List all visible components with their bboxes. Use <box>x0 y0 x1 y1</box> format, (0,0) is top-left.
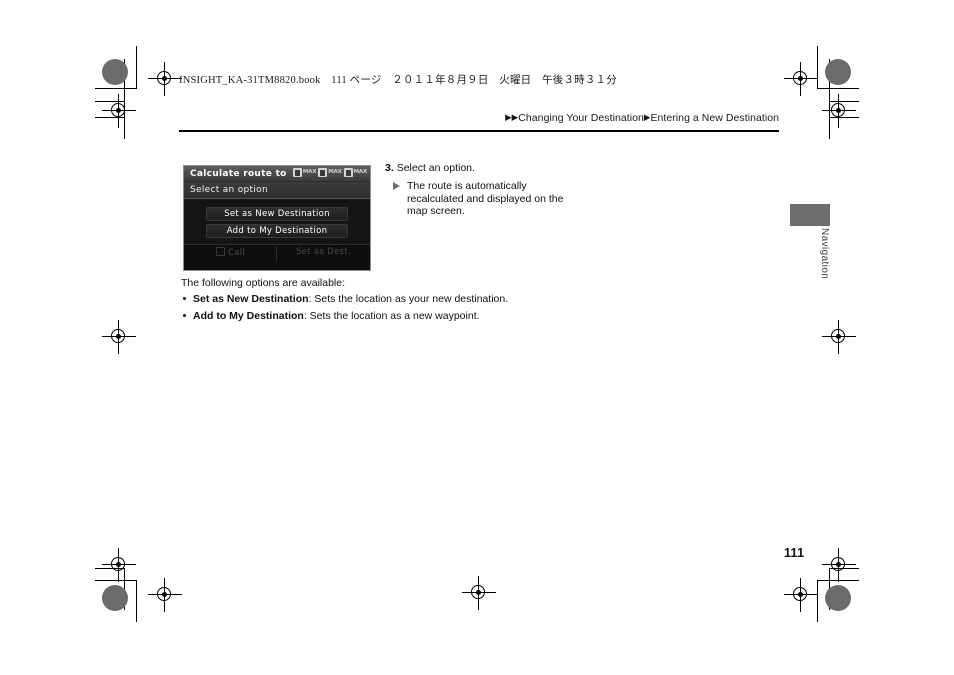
registration-mark <box>822 548 856 582</box>
breadcrumb-double-arrow-icon: ▶▶ <box>505 112 519 122</box>
crop-mark-line <box>817 88 859 90</box>
phone-icon <box>215 246 225 256</box>
status-label-1: MAX <box>302 169 317 175</box>
bullet-icon <box>183 297 187 301</box>
status-indicator-3: MAX <box>343 168 368 177</box>
registration-dot <box>825 585 851 611</box>
step-note: The route is automatically recalculated … <box>393 180 585 218</box>
registration-mark <box>148 578 182 612</box>
book-file-header: INSIGHT_KA-31TM8820.book 111 ページ ２０１１年８月… <box>179 75 617 86</box>
nav-footer-set-dest-button[interactable]: Set as Dest. <box>277 247 370 257</box>
nav-screen-title: Calculate route to <box>190 169 287 179</box>
bullet-icon <box>183 313 187 317</box>
signal-max-icon <box>343 168 353 177</box>
navigation-screen-figure: Calculate route to MAX MAX MAX Select an… <box>183 165 371 271</box>
option-description: : Sets the location as a new waypoint. <box>303 309 480 322</box>
registration-mark <box>784 578 818 612</box>
options-intro-text: The following options are available: <box>181 277 346 289</box>
registration-dot <box>102 59 128 85</box>
breadcrumb: ▶▶Changing Your Destination▶Entering a N… <box>505 112 779 124</box>
nav-screen-subtitle: Select an option <box>190 185 268 195</box>
registration-mark <box>784 62 818 96</box>
registration-dot <box>825 59 851 85</box>
note-arrow-icon <box>393 181 400 190</box>
signal-max-icon <box>318 168 328 177</box>
nav-footer-bar: Call Set as Dest. <box>184 244 370 270</box>
option-description: : Sets the location as your new destinat… <box>308 293 509 305</box>
list-item: Add to My Destination: Sets the location… <box>181 308 601 325</box>
status-label-2: MAX <box>328 169 342 175</box>
crop-mark-line <box>136 580 138 622</box>
registration-mark <box>102 548 136 582</box>
option-term: Set as New Destination <box>193 293 309 305</box>
status-indicator-1: MAX <box>292 168 317 177</box>
nav-footer-call-label: Call <box>227 247 246 258</box>
registration-mark <box>822 320 856 354</box>
status-label-3: MAX <box>353 169 368 175</box>
registration-mark <box>822 94 856 128</box>
nav-button-add-to-my-destination[interactable]: Add to My Destination <box>206 224 348 238</box>
option-term: Add to My Destination <box>193 309 304 322</box>
nav-title-bar: Calculate route to MAX MAX MAX <box>184 166 370 182</box>
signal-max-icon <box>292 168 302 177</box>
nav-footer-call-button[interactable]: Call <box>184 245 277 261</box>
registration-mark <box>102 94 136 128</box>
page-number: 111 <box>784 546 805 560</box>
registration-mark <box>102 320 136 354</box>
header-divider <box>179 130 779 132</box>
side-tab-label-navigation: Navigation <box>819 228 830 280</box>
step-note-text: The route is automatically recalculated … <box>407 180 564 218</box>
registration-mark <box>148 62 182 96</box>
options-list: Set as New Destination: Sets the locatio… <box>181 291 601 324</box>
nav-status-indicators: MAX MAX MAX <box>292 168 368 177</box>
registration-mark <box>462 576 496 610</box>
breadcrumb-subsection: Entering a New Destination <box>650 112 779 124</box>
nav-footer-set-dest-label: Set as Dest. <box>296 247 351 257</box>
list-item: Set as New Destination: Sets the locatio… <box>181 291 601 308</box>
nav-button-set-as-new-destination[interactable]: Set as New Destination <box>206 207 348 221</box>
status-indicator-2: MAX <box>318 168 342 177</box>
crop-mark-line <box>136 46 138 88</box>
side-tab-marker <box>790 204 830 226</box>
crop-mark-line <box>95 88 137 90</box>
nav-footer-row: Call Set as Dest. <box>184 245 370 261</box>
step-instruction: 3. Select an option. The route is automa… <box>385 162 585 218</box>
breadcrumb-section: Changing Your Destination <box>518 112 644 124</box>
step-text: Select an option. <box>396 162 475 174</box>
step-number: 3. <box>385 162 394 174</box>
step-line: 3. Select an option. <box>385 162 585 175</box>
registration-dot <box>102 585 128 611</box>
nav-subtitle-bar: Select an option <box>184 182 370 199</box>
